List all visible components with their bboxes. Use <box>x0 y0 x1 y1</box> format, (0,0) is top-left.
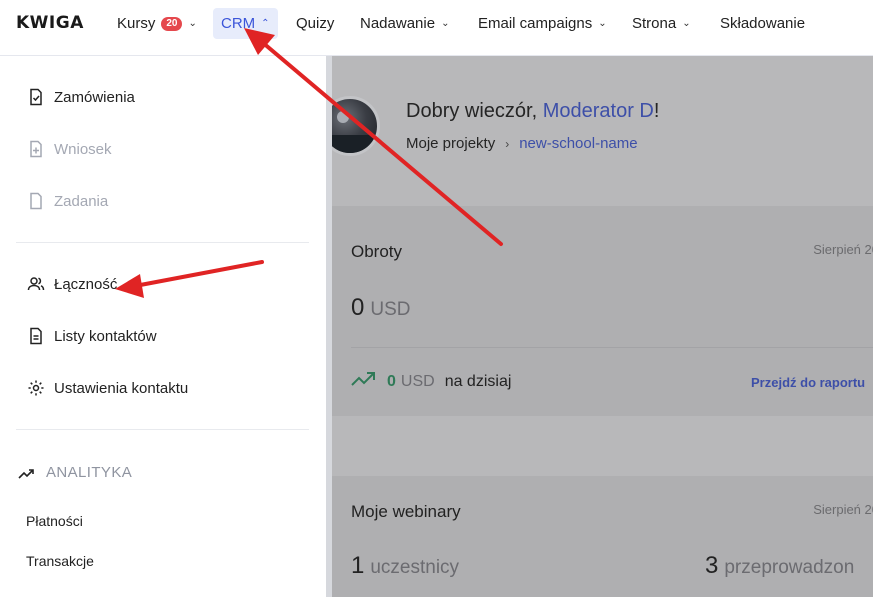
greeting: Dobry wieczór, Moderator D! <box>406 100 659 123</box>
nav-nadawanie[interactable]: Nadawanie ⌄ <box>352 8 457 39</box>
chevron-up-icon: ⌃ <box>261 18 270 29</box>
gear-icon <box>26 378 46 398</box>
nav-kursy-label: Kursy <box>117 15 156 32</box>
file-plus-icon <box>26 139 46 159</box>
webinars-date[interactable]: Sierpień 20 <box>813 502 873 517</box>
nav-email-label: Email campaigns <box>478 15 593 32</box>
menu-item-listy-kontaktow[interactable]: Listy kontaktów <box>26 324 157 348</box>
menu-item-ustawienia-kontaktu[interactable]: Ustawienia kontaktu <box>26 376 188 400</box>
menu-divider <box>16 242 309 243</box>
menu-item-label: Listy kontaktów <box>54 327 157 345</box>
menu-item-label: Wniosek <box>54 140 112 158</box>
card-divider <box>351 347 873 348</box>
logo[interactable]: KWIGA <box>16 13 84 33</box>
menu-divider <box>16 429 309 430</box>
revenue-unit: USD <box>370 299 411 320</box>
held-count: 3 <box>705 552 719 579</box>
menu-item-zamowienia[interactable]: Zamówienia <box>26 85 135 109</box>
today-unit: USD <box>400 372 435 390</box>
chevron-right-icon: › <box>505 136 510 151</box>
nav-nadawanie-label: Nadawanie <box>360 15 436 32</box>
today-revenue: 0 USD na dzisiaj <box>351 371 511 392</box>
chevron-down-icon: ⌄ <box>188 18 197 29</box>
trending-up-icon <box>18 466 36 480</box>
today-text: na dzisiaj <box>444 372 512 390</box>
nav-crm[interactable]: CRM ⌃ <box>213 8 278 39</box>
dashboard-main: Dobry wieczór, Moderator D! Moje projekt… <box>332 56 873 597</box>
chevron-down-icon: ⌄ <box>441 18 450 29</box>
nav-strona[interactable]: Strona ⌄ <box>624 8 699 39</box>
nav-quizy[interactable]: Quizy <box>288 8 342 39</box>
revenue-title: Obroty <box>351 242 403 261</box>
menu-item-platnosci[interactable]: Płatności <box>26 513 83 529</box>
order-check-icon <box>26 87 46 107</box>
revenue-date[interactable]: Sierpień 20 <box>813 242 873 257</box>
participants-label: uczestnicy <box>370 557 460 578</box>
webinar-participants: 1 uczestnicy <box>351 552 459 580</box>
menu-item-label: Ustawienia kontaktu <box>54 379 189 397</box>
moon-decoration <box>337 111 349 123</box>
held-label: przeprowadzon <box>724 557 855 578</box>
menu-item-label: Zamówienia <box>54 88 135 106</box>
document-list-icon <box>26 326 46 346</box>
webinars-title: Moje webinary <box>351 502 461 521</box>
menu-item-zadania[interactable]: Zadania <box>26 189 108 213</box>
breadcrumb-root[interactable]: Moje projekty <box>406 135 495 152</box>
nav-crm-label: CRM <box>221 15 256 32</box>
breadcrumb-school[interactable]: new-school-name <box>519 135 637 152</box>
menu-item-lacznosc[interactable]: Łączność <box>26 272 117 296</box>
menu-item-label: Łączność <box>54 275 118 293</box>
menu-item-label: Zadania <box>54 192 109 210</box>
nav-skladowanie-label: Składowanie <box>720 15 806 32</box>
today-amount: 0 <box>387 372 396 390</box>
school-avatar[interactable] <box>332 96 380 156</box>
participants-count: 1 <box>351 552 365 579</box>
section-title-analityka: ANALITYKA <box>18 464 132 481</box>
menu-item-wniosek[interactable]: Wniosek <box>26 137 112 161</box>
nav-skladowanie[interactable]: Składowanie <box>712 8 813 39</box>
nav-email-campaigns[interactable]: Email campaigns ⌄ <box>470 8 615 39</box>
crm-dropdown-menu: Zamówienia Wniosek Zadania Łączność List… <box>0 56 326 597</box>
user-name-link[interactable]: Moderator D <box>543 100 654 122</box>
nav-strona-label: Strona <box>632 15 677 32</box>
chevron-down-icon: ⌄ <box>598 18 607 29</box>
menu-item-transakcje[interactable]: Transakcje <box>26 553 94 569</box>
kursy-count-badge: 20 <box>161 16 183 31</box>
trending-up-icon <box>351 371 377 392</box>
revenue-value: 0 USD <box>351 294 410 322</box>
chevron-down-icon: ⌄ <box>682 18 691 29</box>
webinars-held: 3 przeprowadzon <box>705 552 854 580</box>
revenue-amount: 0 <box>351 294 365 321</box>
go-to-report-link[interactable]: Przejdź do raportu <box>751 375 865 390</box>
users-icon <box>26 274 46 294</box>
file-icon <box>26 191 46 211</box>
trees-decoration <box>332 135 377 153</box>
nav-kursy[interactable]: Kursy 20 ⌄ <box>109 8 205 39</box>
greeting-prefix: Dobry wieczór, <box>406 100 543 122</box>
greeting-suffix: ! <box>653 100 660 122</box>
nav-quizy-label: Quizy <box>296 15 335 32</box>
breadcrumb: Moje projekty › new-school-name <box>406 135 638 152</box>
top-navigation-bar: KWIGA Kursy 20 ⌄ CRM ⌃ Quizy Nadawanie ⌄… <box>0 0 873 56</box>
section-title-label: ANALITYKA <box>46 464 133 481</box>
